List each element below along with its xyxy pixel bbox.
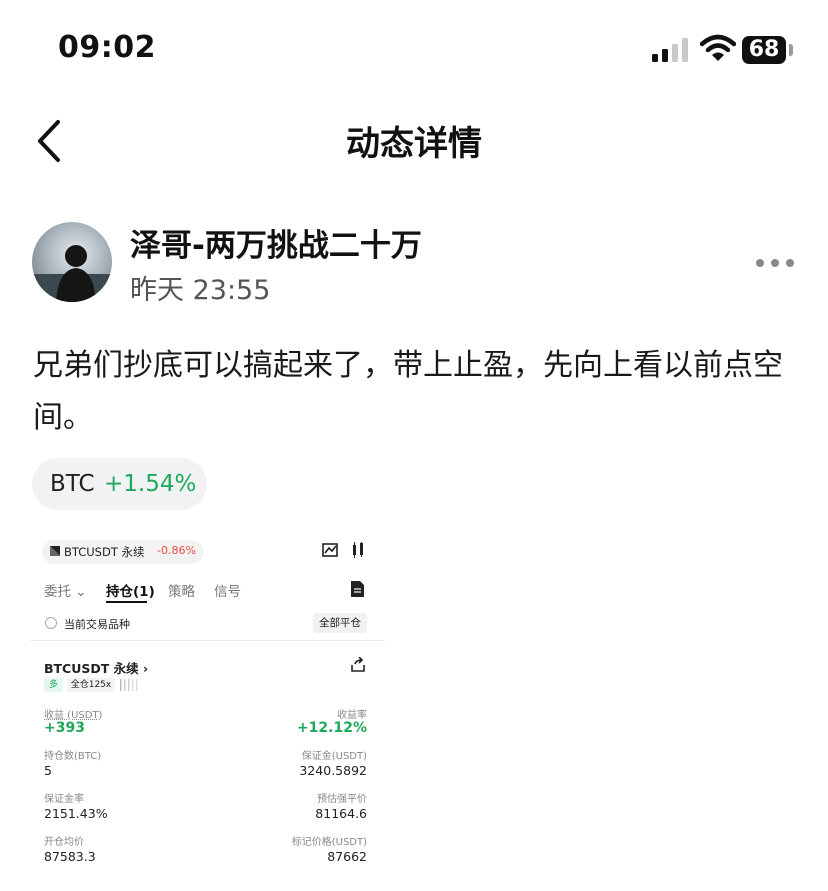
mark-price-value: 87662 [327, 849, 367, 864]
coin-tag-change: +1.54% [104, 471, 197, 497]
qty-label: 持仓数(BTC) [44, 751, 102, 762]
close-all-button: 全部平仓 [313, 613, 367, 633]
long-badge: 多 [44, 678, 63, 692]
candlestick-icon [353, 542, 363, 558]
margin-ratio-label: 保证金率 [44, 794, 84, 805]
leverage-bars-icon [120, 679, 138, 691]
liq-price-value: 81164.6 [315, 806, 367, 821]
symbol-pill-label: BTCUSDT 永续 [64, 545, 145, 559]
more-icon[interactable] [754, 254, 796, 272]
post-image[interactable]: BTCUSDT 永续 -0.86% 委托 ⌄ 持仓(1) 策略 信号 当前交易品… [30, 528, 385, 883]
current-only-label: 当前交易品种 [64, 618, 130, 631]
current-only-radio [45, 617, 57, 629]
document-icon [351, 581, 364, 597]
symbol-pill-change: -0.86% [157, 544, 196, 557]
avatar[interactable] [32, 222, 112, 302]
qty-value: 5 [44, 763, 52, 778]
tab-positions: 持仓(1) [106, 584, 155, 600]
wifi-icon [700, 34, 736, 61]
margin-ratio-value: 2151.43% [44, 806, 108, 821]
coin-tag-symbol: BTC [50, 471, 95, 497]
status-time: 09:02 [58, 30, 156, 65]
avatar-silhouette-icon [32, 245, 112, 302]
tab-signals: 信号 [214, 584, 241, 600]
post-time: 昨天 23:55 [130, 275, 271, 306]
entry-price-value: 87583.3 [44, 849, 96, 864]
signal-icon [652, 38, 688, 62]
entry-price-label: 开仓均价 [44, 837, 84, 848]
active-tab-underline [106, 601, 147, 603]
page-title: 动态详情 [346, 124, 482, 164]
pnl-label: 收益 (USDT) [44, 710, 103, 721]
battery-indicator: 68 [742, 36, 786, 64]
post-content: 兄弟们抄底可以搞起来了，带上止盈，先向上看以前点空间。 [33, 348, 783, 435]
margin-label: 保证金(USDT) [301, 751, 367, 762]
roe-value: +12.12% [296, 720, 367, 736]
exchange-logo-icon [50, 546, 60, 556]
author-name[interactable]: 泽哥-两万挑战二十万 [130, 220, 422, 265]
pnl-value: +393 [44, 720, 85, 736]
tab-strategy: 策略 [168, 584, 195, 600]
mark-price-label: 标记价格(USDT) [291, 837, 367, 848]
divider [30, 640, 385, 641]
chart-icon [322, 543, 338, 557]
share-icon [351, 657, 365, 672]
position-symbol: BTCUSDT 永续 › [44, 661, 149, 676]
liq-price-label: 预估强平价 [317, 794, 367, 805]
leverage-badge: 全仓125x [67, 678, 115, 692]
margin-value: 3240.5892 [299, 763, 367, 778]
tab-orders: 委托 ⌄ [44, 584, 87, 600]
roe-label: 收益率 [337, 710, 367, 721]
battery-cap [789, 44, 793, 56]
coin-tag[interactable]: BTC +1.54% [32, 458, 207, 510]
